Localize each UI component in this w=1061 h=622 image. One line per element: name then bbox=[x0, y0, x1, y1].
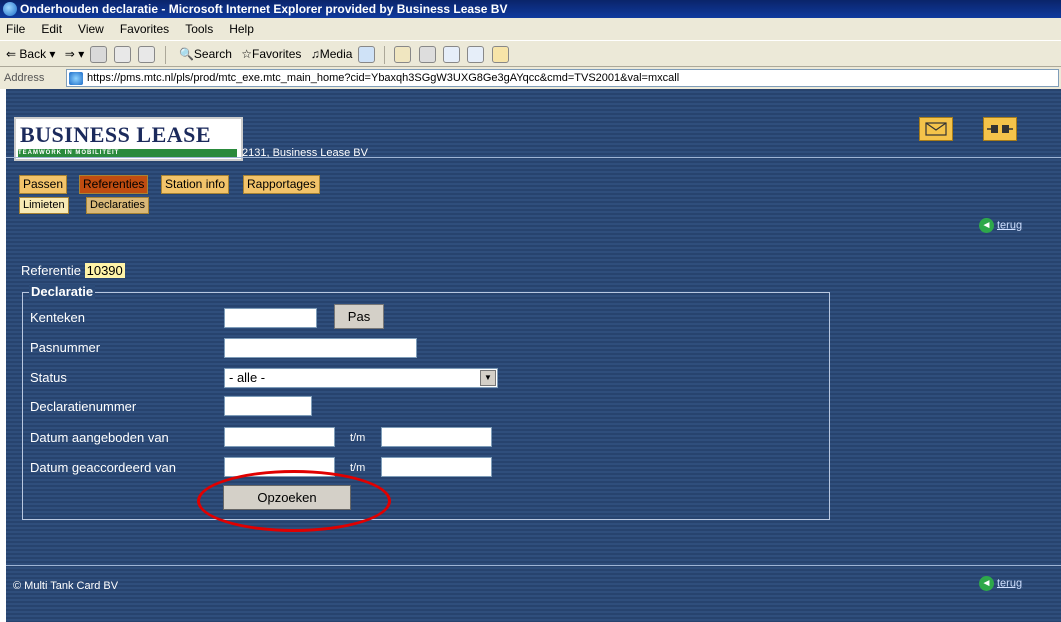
print-icon[interactable] bbox=[418, 46, 436, 64]
title-bar: Onderhouden declaratie - Microsoft Inter… bbox=[0, 0, 1061, 18]
declaratienummer-input[interactable] bbox=[224, 396, 312, 416]
terug-link-bottom[interactable]: ◄ terug bbox=[979, 576, 1022, 591]
window-title: Onderhouden declaratie - Microsoft Inter… bbox=[20, 2, 508, 16]
logout-plug-icon[interactable] bbox=[983, 117, 1017, 141]
geaccordeerd-label: Datum geaccordeerd van bbox=[30, 460, 176, 475]
reference-row: Referentie 10390 bbox=[21, 263, 125, 278]
messenger-icon[interactable] bbox=[491, 46, 509, 64]
terug-label: terug bbox=[997, 219, 1023, 232]
address-bar: Address https://pms.mtc.nl/pls/prod/mtc_… bbox=[0, 66, 1061, 89]
highlight-ellipse bbox=[197, 470, 391, 532]
tab-station-info[interactable]: Station info bbox=[161, 175, 230, 194]
aangeboden-tm-label: t/m bbox=[350, 432, 366, 444]
menu-edit[interactable]: Edit bbox=[41, 22, 62, 36]
stop-icon[interactable] bbox=[89, 46, 107, 64]
envelope-icon[interactable] bbox=[919, 117, 953, 141]
home-icon[interactable] bbox=[138, 46, 156, 64]
pas-button[interactable]: Pas bbox=[334, 304, 384, 329]
menu-favorites[interactable]: Favorites bbox=[120, 22, 169, 36]
address-url: https://pms.mtc.nl/pls/prod/mtc_exe.mtc_… bbox=[87, 72, 680, 84]
back-arrow-icon: ⇐ bbox=[6, 47, 17, 61]
subtab-limieten[interactable]: Limieten bbox=[19, 197, 69, 214]
menu-help[interactable]: Help bbox=[229, 22, 254, 36]
terug-link-top[interactable]: ◄ terug bbox=[979, 218, 1022, 233]
page-icon bbox=[69, 71, 83, 85]
menu-bar: File Edit View Favorites Tools Help bbox=[0, 18, 1061, 40]
mail-icon[interactable] bbox=[394, 46, 412, 64]
subtab-declaraties[interactable]: Declaraties bbox=[86, 197, 150, 214]
chevron-down-icon[interactable]: ▼ bbox=[480, 370, 496, 386]
history-icon[interactable] bbox=[357, 46, 375, 64]
menu-tools[interactable]: Tools bbox=[185, 22, 213, 36]
tab-referenties[interactable]: Referenties bbox=[79, 175, 149, 194]
geaccordeerd-tm-label: t/m bbox=[350, 462, 366, 474]
media-button[interactable]: ♫Media bbox=[311, 41, 353, 67]
aangeboden-label: Datum aangeboden van bbox=[30, 430, 169, 445]
reference-label: Referentie bbox=[21, 263, 81, 278]
ie-icon bbox=[3, 2, 17, 16]
kenteken-input[interactable] bbox=[224, 308, 317, 328]
kenteken-label: Kenteken bbox=[30, 310, 85, 325]
search-icon: 🔍 bbox=[178, 47, 194, 61]
search-button[interactable]: 🔍Search bbox=[179, 41, 232, 67]
declaratienummer-label: Declaratienummer bbox=[30, 399, 137, 414]
back-button[interactable]: ⇐ Back ▾ bbox=[6, 41, 55, 67]
toolbar: ⇐ Back ▾ ⇒ ▾ 🔍Search ☆Favorites ♫Media bbox=[0, 40, 1061, 67]
reference-value: 10390 bbox=[84, 263, 125, 278]
discuss-icon[interactable] bbox=[467, 46, 485, 64]
toolbar-separator bbox=[384, 45, 386, 64]
edit-icon[interactable] bbox=[443, 46, 461, 64]
back-label: Back bbox=[19, 47, 47, 61]
footer-divider bbox=[6, 565, 1061, 566]
media-label: Media bbox=[319, 47, 353, 61]
address-input[interactable]: https://pms.mtc.nl/pls/prod/mtc_exe.mtc_… bbox=[66, 69, 1059, 87]
back-arrow-icon: ◄ bbox=[979, 218, 994, 233]
header-divider bbox=[6, 157, 1061, 158]
status-select[interactable]: - alle - ▼ bbox=[224, 368, 498, 388]
favorites-label: Favorites bbox=[252, 47, 302, 61]
aangeboden-tm-input[interactable] bbox=[381, 427, 492, 447]
menu-view[interactable]: View bbox=[78, 22, 104, 36]
business-lease-logo: BUSINESS LEASE TEAMWORK IN MOBILITEIT bbox=[14, 117, 243, 161]
back-arrow-icon: ◄ bbox=[979, 576, 994, 591]
menu-file[interactable]: File bbox=[6, 22, 25, 36]
geaccordeerd-tm-input[interactable] bbox=[381, 457, 492, 477]
terug-label: terug bbox=[997, 577, 1023, 590]
favorites-button[interactable]: ☆Favorites bbox=[241, 41, 301, 67]
toolbar-separator bbox=[164, 45, 166, 64]
footer-copyright: © Multi Tank Card BV bbox=[13, 580, 119, 592]
forward-button[interactable]: ⇒ ▾ bbox=[65, 41, 84, 67]
media-icon: ♫ bbox=[310, 47, 320, 61]
forward-arrow-icon: ⇒ bbox=[64, 47, 75, 61]
logo-sub-text: TEAMWORK IN MOBILITEIT bbox=[18, 149, 237, 157]
aangeboden-van-input[interactable] bbox=[224, 427, 335, 447]
status-label: Status bbox=[30, 370, 67, 385]
logo-main-text: BUSINESS LEASE bbox=[20, 122, 212, 147]
declaratie-legend: Declaratie bbox=[29, 284, 96, 299]
address-label: Address bbox=[4, 72, 45, 84]
declaratie-fieldset bbox=[22, 292, 830, 520]
favorites-icon: ☆ bbox=[241, 47, 253, 61]
tab-passen[interactable]: Passen bbox=[19, 175, 68, 194]
pasnummer-input[interactable] bbox=[224, 338, 417, 358]
status-selected-value: - alle - bbox=[229, 370, 266, 385]
search-label: Search bbox=[193, 47, 232, 61]
pasnummer-label: Pasnummer bbox=[30, 340, 101, 355]
refresh-icon[interactable] bbox=[113, 46, 131, 64]
tab-rapportages[interactable]: Rapportages bbox=[243, 175, 320, 194]
page-content: BUSINESS LEASE TEAMWORK IN MOBILITEIT 21… bbox=[6, 89, 1061, 622]
